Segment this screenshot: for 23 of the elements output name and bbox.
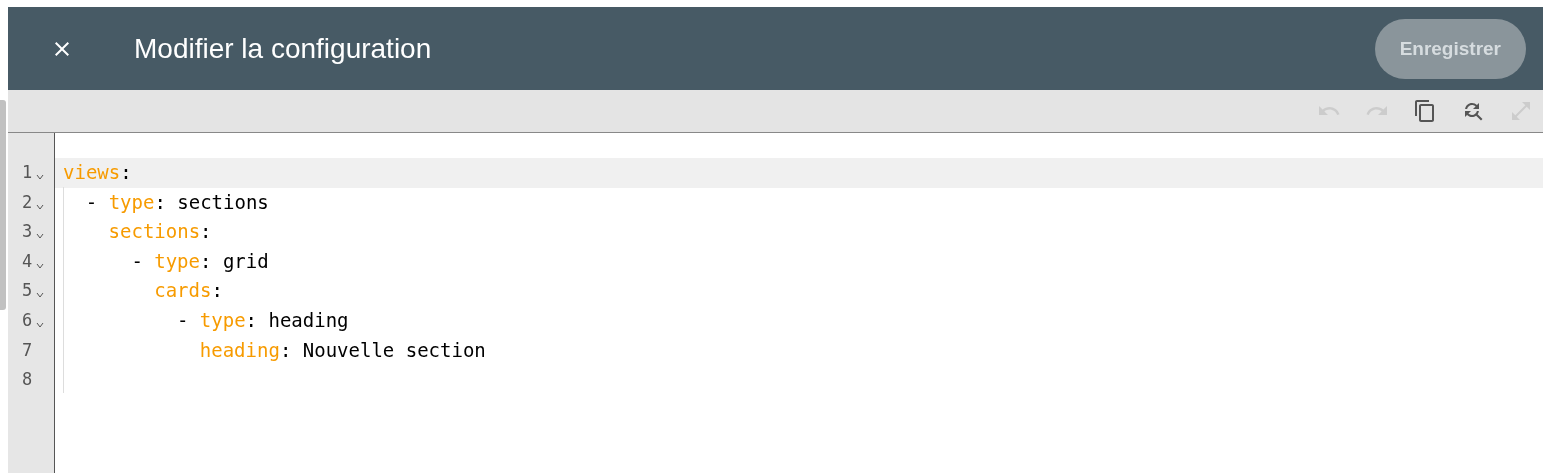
code-line: - type: heading [177,308,349,331]
fold-icon[interactable] [36,262,45,269]
line-number: 4 [22,249,33,273]
line-number: 3 [22,220,33,244]
line-number: 1 [22,161,33,184]
code-line: views: [63,161,132,183]
line-number: 2 [22,190,33,214]
fold-icon[interactable] [36,203,45,210]
code-line: - type: sections [85,190,269,213]
dialog-title: Modifier la configuration [134,32,433,65]
fold-icon[interactable] [36,321,45,328]
fold-icon[interactable] [36,292,45,299]
code-line: cards: [154,279,223,302]
copy-icon[interactable] [1413,99,1437,123]
code-line: - type: grid [131,249,269,272]
line-number: 7 [22,338,33,362]
fold-icon[interactable] [36,233,45,240]
code-line: sections: [108,220,212,243]
fold-icon[interactable] [36,174,45,180]
line-number: 6 [22,308,33,332]
line-number: 5 [22,279,33,303]
code-line: heading: Nouvelle section [199,338,486,361]
line-number: 8 [22,368,33,392]
